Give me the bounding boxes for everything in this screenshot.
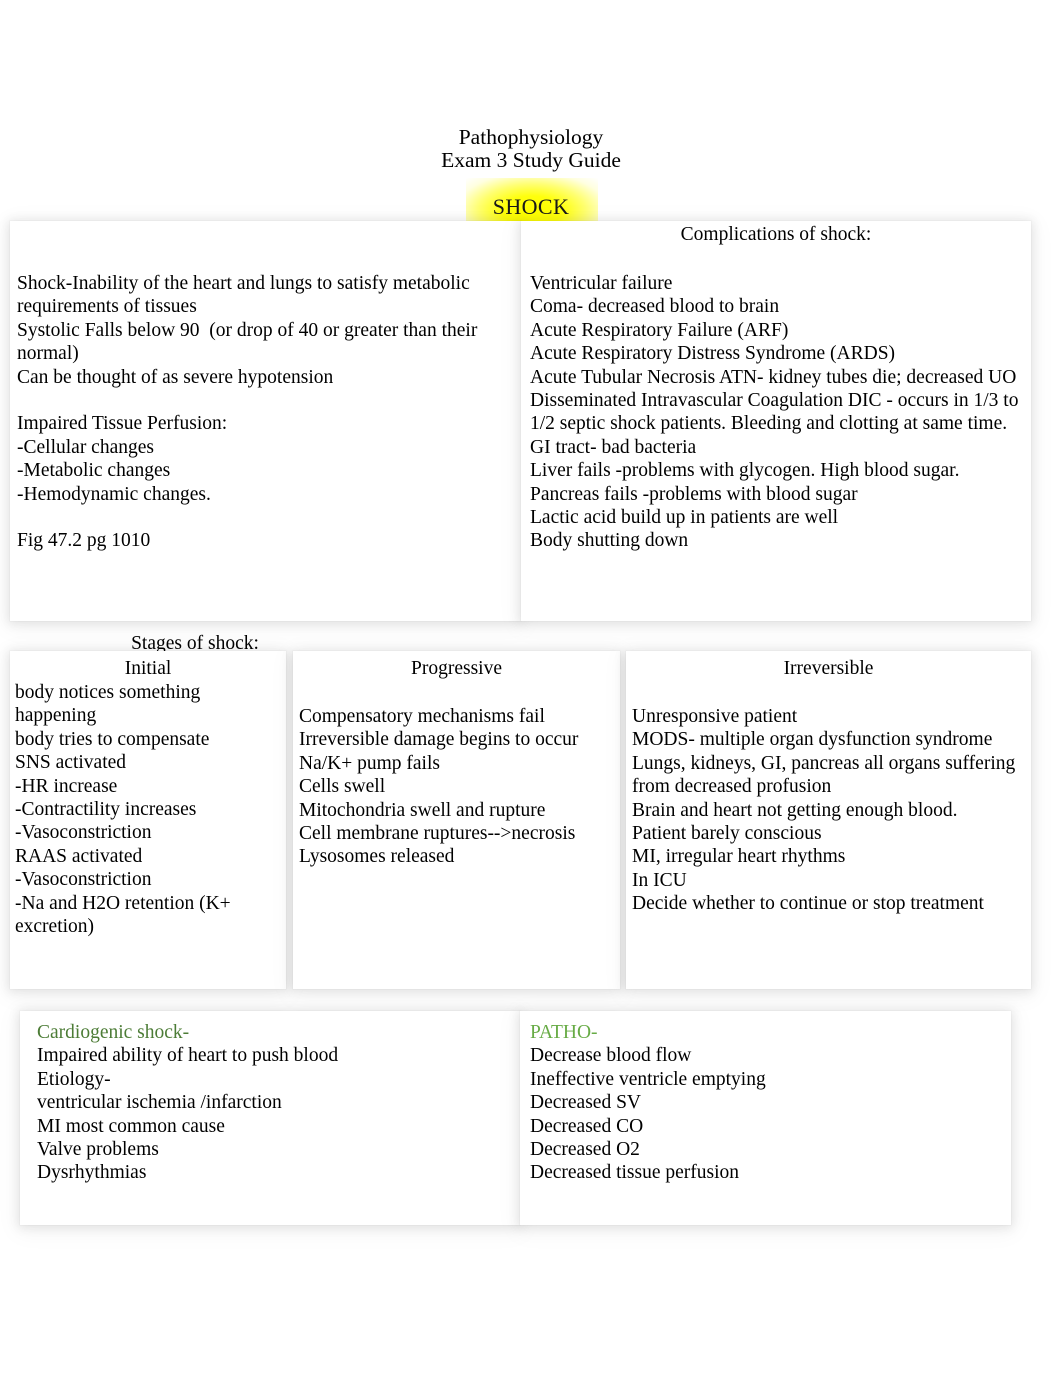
title-line-subject: Pathophysiology bbox=[458, 125, 604, 149]
stage-body-progressive: Compensatory mechanisms fail Irreversibl… bbox=[299, 706, 579, 868]
patho-card: PATHO- Decrease blood flow Ineffective v… bbox=[520, 1011, 1011, 1225]
stage-body-irreversible: Unresponsive patient MODS- multiple orga… bbox=[632, 706, 1016, 915]
complications-card: Complications of shock: Ventricular fail… bbox=[521, 221, 1031, 621]
shock-definition-card: Shock-Inability of the heart and lungs t… bbox=[10, 221, 521, 621]
stage-card-irreversible: Irreversible Unresponsive patient MODS- … bbox=[626, 651, 1031, 989]
patho-title: PATHO- bbox=[530, 1022, 598, 1043]
stage-heading-irreversible: Irreversible bbox=[783, 658, 874, 679]
patho-body: Decrease blood flow Ineffective ventricl… bbox=[530, 1045, 766, 1184]
stage-heading-initial: Initial bbox=[124, 658, 172, 679]
study-guide-page: Pathophysiology Exam 3 Study Guide SHOCK… bbox=[0, 0, 1062, 1377]
stage-body-initial: body notices something happening body tr… bbox=[15, 682, 231, 938]
stage-card-initial: Initial body notices something happening… bbox=[10, 651, 286, 989]
shock-heading: SHOCK bbox=[492, 194, 570, 219]
stage-card-progressive: Progressive Compensatory mechanisms fail… bbox=[293, 651, 620, 989]
stage-heading-progressive: Progressive bbox=[411, 658, 502, 679]
patho-content: PATHO- Decrease blood flow Ineffective v… bbox=[530, 1021, 1006, 1185]
complications-text: Ventricular failure Coma- decreased bloo… bbox=[530, 273, 1019, 552]
cardiogenic-shock-title: Cardiogenic shock- bbox=[37, 1022, 190, 1043]
title-line-exam: Exam 3 Study Guide bbox=[441, 148, 621, 172]
cardiogenic-shock-body: Impaired ability of heart to push blood … bbox=[37, 1045, 339, 1184]
page-title: Pathophysiology Exam 3 Study Guide bbox=[0, 126, 1062, 172]
shock-definition-text: Shock-Inability of the heart and lungs t… bbox=[17, 273, 478, 552]
cardiogenic-shock-card: Cardiogenic shock- Impaired ability of h… bbox=[20, 1011, 520, 1225]
complications-heading: Complications of shock: bbox=[680, 224, 872, 245]
cardiogenic-shock-content: Cardiogenic shock- Impaired ability of h… bbox=[37, 1021, 515, 1185]
